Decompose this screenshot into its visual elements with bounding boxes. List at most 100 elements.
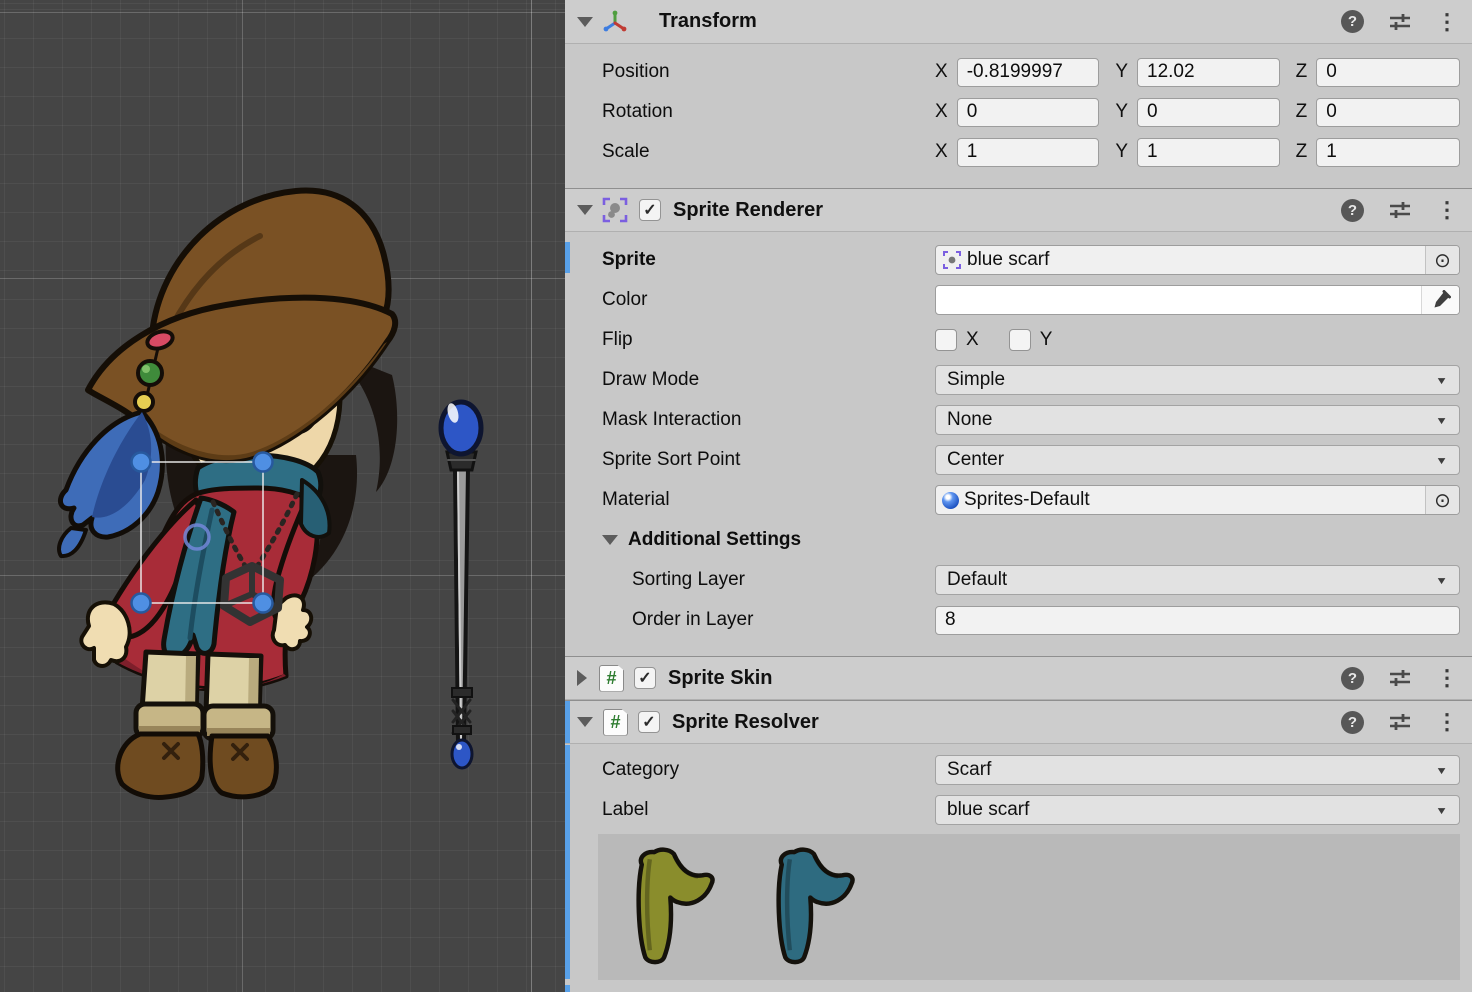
foldout-closed-icon[interactable] [577, 670, 587, 686]
flip-y-checkbox[interactable] [1009, 329, 1031, 351]
rotation-z-input[interactable] [1316, 98, 1460, 127]
label-dropdown[interactable]: blue scarf ▼ [935, 795, 1460, 825]
eyedropper-icon[interactable] [1421, 286, 1459, 314]
kebab-menu-icon[interactable]: ⋮ [1436, 711, 1458, 733]
material-label: Material [602, 489, 935, 511]
draw-mode-value: Simple [947, 369, 1005, 391]
axis-x-label: X [935, 61, 948, 83]
category-row: Category Scarf ▼ [565, 750, 1472, 790]
presets-icon[interactable] [1388, 13, 1412, 31]
mask-interaction-label: Mask Interaction [602, 409, 935, 431]
sorting-layer-dropdown[interactable]: Default ▼ [935, 565, 1460, 595]
sprite-renderer-header[interactable]: ✓ Sprite Renderer ? ⋮ [565, 188, 1472, 232]
object-picker-icon[interactable]: ⊙ [1425, 246, 1459, 274]
axis-x-label: X [935, 141, 948, 163]
script-plus-icon: # [603, 709, 628, 736]
sprite-sort-point-row: Sprite Sort Point Center ▼ [565, 440, 1472, 480]
override-bar-resolver-body [565, 745, 570, 979]
help-icon[interactable]: ? [1341, 199, 1364, 222]
foldout-open-icon[interactable] [577, 17, 593, 27]
axis-z-label: Z [1296, 61, 1308, 83]
transform-title: Transform [659, 10, 757, 33]
category-dropdown[interactable]: Scarf ▼ [935, 755, 1460, 785]
help-icon[interactable]: ? [1341, 10, 1364, 33]
green-scarf-thumbnail[interactable] [608, 840, 738, 975]
presets-icon[interactable] [1388, 201, 1412, 219]
order-in-layer-input[interactable] [935, 606, 1460, 635]
material-object-field[interactable]: Sprites-Default ⊙ [935, 485, 1460, 515]
additional-settings-title: Additional Settings [628, 529, 961, 551]
position-x-input[interactable] [957, 58, 1100, 87]
scale-x-input[interactable] [957, 138, 1100, 167]
category-label: Category [602, 759, 935, 781]
sprite-object-field[interactable]: blue scarf ⊙ [935, 245, 1460, 275]
component-enabled-checkbox[interactable]: ✓ [638, 711, 660, 733]
draw-mode-label: Draw Mode [602, 369, 935, 391]
position-z-input[interactable] [1316, 58, 1460, 87]
mask-interaction-row: Mask Interaction None ▼ [565, 400, 1472, 440]
rotation-x-input[interactable] [957, 98, 1100, 127]
kebab-menu-icon[interactable]: ⋮ [1436, 11, 1458, 33]
dropdown-arrow-icon: ▼ [1435, 764, 1448, 776]
material-row: Material Sprites-Default ⊙ [565, 480, 1472, 520]
axis-y-label: Y [1115, 141, 1128, 163]
rotation-label: Rotation [602, 101, 935, 123]
selection-handle-bottom-right[interactable] [254, 594, 273, 613]
sprite-skin-header[interactable]: # ✓ Sprite Skin ? ⋮ [565, 656, 1472, 700]
script-icon: # [599, 665, 624, 692]
presets-icon[interactable] [1388, 669, 1412, 687]
selection-handle-bottom-left[interactable] [132, 594, 151, 613]
component-enabled-checkbox[interactable]: ✓ [639, 199, 661, 221]
position-y-input[interactable] [1137, 58, 1280, 87]
dropdown-arrow-icon: ▼ [1435, 804, 1448, 816]
foldout-open-icon[interactable] [577, 205, 593, 215]
flip-label: Flip [602, 329, 935, 351]
sprite-resolver-header[interactable]: # ✓ Sprite Resolver ? ⋮ [565, 700, 1472, 744]
transform-icon [601, 8, 629, 36]
override-bar-nub [565, 985, 570, 992]
inspector-panel: Transform ? ⋮ Position X Y Z Rotation [565, 0, 1472, 992]
axis-y-label: Y [1115, 101, 1128, 123]
sprite-sort-point-label: Sprite Sort Point [602, 449, 935, 471]
draw-mode-row: Draw Mode Simple ▼ [565, 360, 1472, 400]
color-label: Color [602, 289, 935, 311]
override-bar-sprite [565, 242, 570, 273]
mask-interaction-dropdown[interactable]: None ▼ [935, 405, 1460, 435]
selection-handle-top-left[interactable] [132, 453, 151, 472]
dropdown-arrow-icon: ▼ [1435, 374, 1448, 386]
sprite-sort-point-value: Center [947, 449, 1004, 471]
transform-body: Position X Y Z Rotation X Y Z [565, 44, 1472, 188]
selection-handle-top-right[interactable] [254, 453, 273, 472]
object-picker-icon[interactable]: ⊙ [1425, 486, 1459, 514]
sprite-sort-point-dropdown[interactable]: Center ▼ [935, 445, 1460, 475]
transform-header[interactable]: Transform ? ⋮ [565, 0, 1472, 44]
presets-icon[interactable] [1388, 713, 1412, 731]
draw-mode-dropdown[interactable]: Simple ▼ [935, 365, 1460, 395]
sprite-renderer-body: Sprite blue scarf ⊙ Color [565, 232, 1472, 656]
foldout-open-icon[interactable] [602, 535, 618, 545]
rotation-row: Rotation X Y Z [565, 92, 1472, 132]
help-icon[interactable]: ? [1341, 667, 1364, 690]
scene-canvas[interactable] [0, 0, 565, 992]
kebab-menu-icon[interactable]: ⋮ [1436, 199, 1458, 221]
scale-z-input[interactable] [1316, 138, 1460, 167]
scene-view[interactable] [0, 0, 565, 992]
additional-settings-row[interactable]: Additional Settings [565, 520, 1472, 560]
material-value: Sprites-Default [959, 489, 1090, 511]
staff-sprite[interactable] [441, 402, 481, 768]
rotation-y-input[interactable] [1137, 98, 1280, 127]
sorting-layer-row: Sorting Layer Default ▼ [565, 560, 1472, 600]
sprite-resolver-title: Sprite Resolver [672, 711, 819, 734]
flip-x-checkbox[interactable] [935, 329, 957, 351]
sprite-resolver-body: Category Scarf ▼ Label blue scarf ▼ [565, 744, 1472, 996]
blue-scarf-thumbnail[interactable] [748, 840, 878, 975]
character-sprite[interactable] [59, 191, 397, 798]
kebab-menu-icon[interactable]: ⋮ [1436, 667, 1458, 689]
sorting-layer-value: Default [947, 569, 1007, 591]
help-icon[interactable]: ? [1341, 711, 1364, 734]
scale-y-input[interactable] [1137, 138, 1280, 167]
component-enabled-checkbox[interactable]: ✓ [634, 667, 656, 689]
color-swatch[interactable] [935, 285, 1460, 315]
axis-x-label: X [935, 101, 948, 123]
foldout-open-icon[interactable] [577, 717, 593, 727]
